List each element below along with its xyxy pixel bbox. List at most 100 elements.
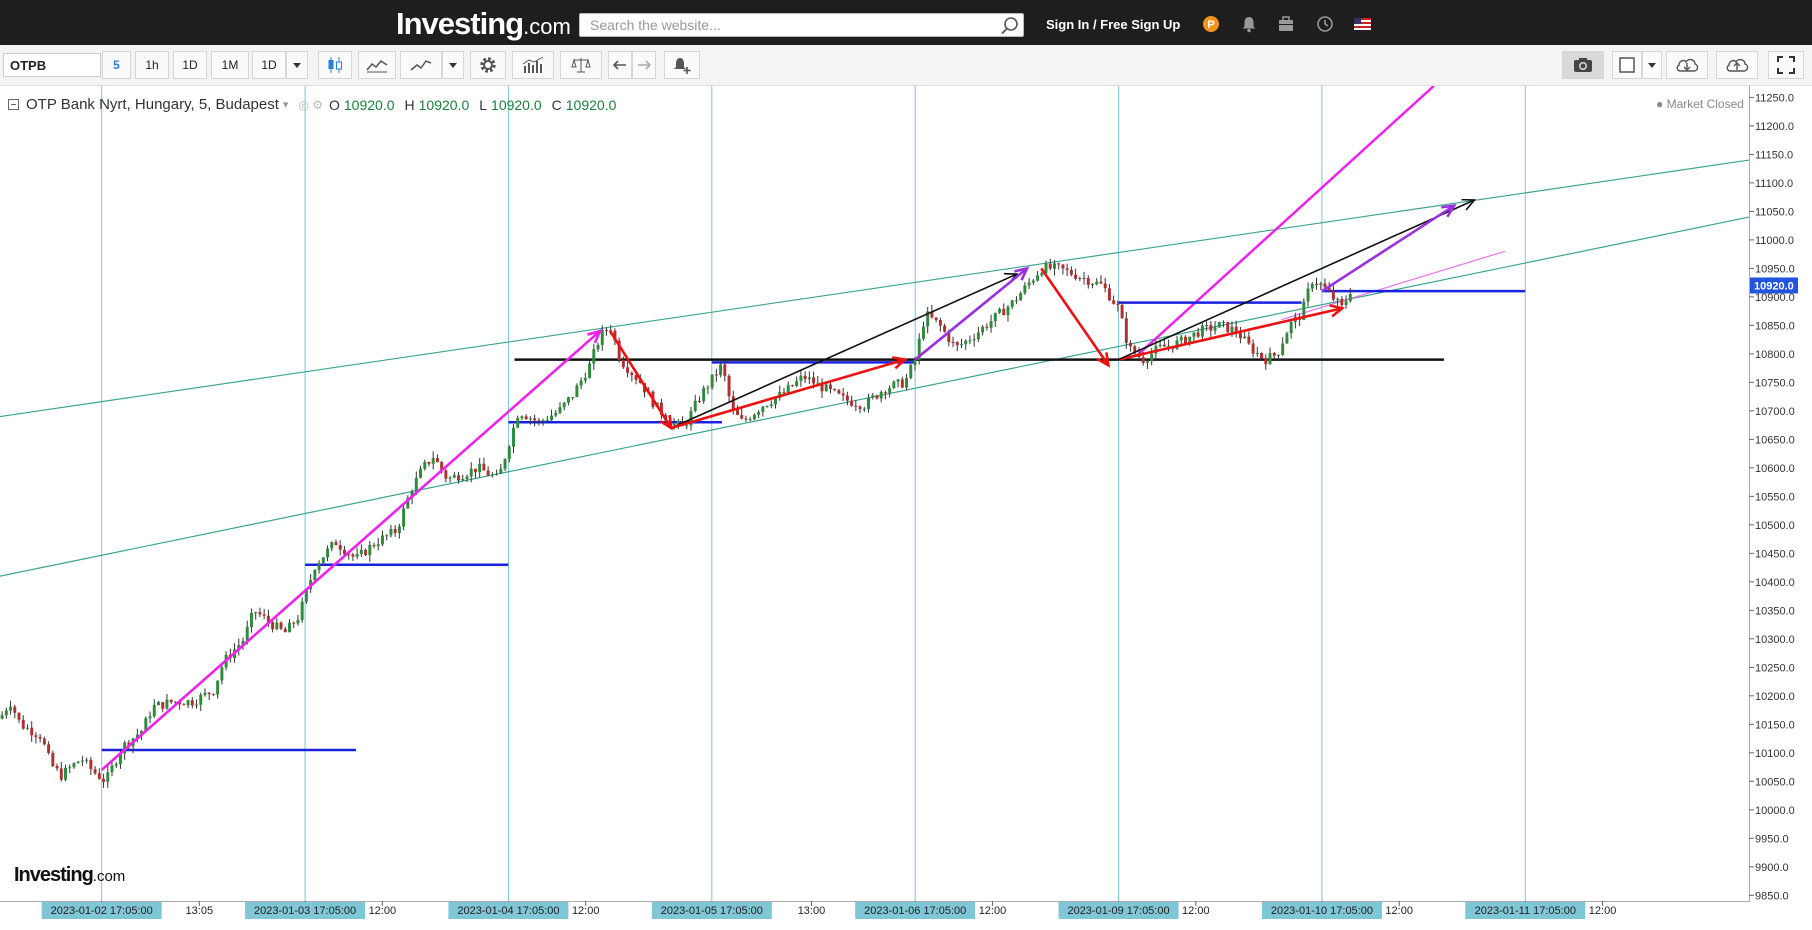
interval-5m-button[interactable]: 5 [102,51,131,79]
arrow-line[interactable] [1118,307,1343,361]
sign-in-link[interactable]: Sign In / Free Sign Up [1046,17,1180,32]
clock-icon[interactable] [1316,15,1334,33]
trend-line[interactable] [1281,250,1506,321]
arrow-line[interactable] [1321,204,1455,293]
trend-line[interactable] [0,159,1750,418]
time-axis[interactable] [0,901,1749,926]
load-layout-button[interactable] [1666,51,1708,79]
candle-body [782,392,786,394]
alert-button[interactable] [664,51,700,79]
high-value: 10920.0 [418,96,470,113]
trend-line[interactable] [0,216,1750,577]
trend-line[interactable] [1138,85,1435,355]
candle-body [989,321,993,328]
candle-body [334,542,338,546]
layout-caret-button[interactable] [1642,51,1662,79]
candle-body [157,702,160,706]
area-chart-type-button[interactable] [358,51,396,79]
interval-caret-button[interactable] [286,51,308,79]
arrow-line[interactable] [609,330,673,429]
layout-button[interactable] [1612,51,1642,79]
candle-body [211,693,215,695]
line-chart-type-button[interactable] [400,51,442,79]
candle-body [685,425,689,427]
arrow-line[interactable] [670,358,906,430]
undo-icon [613,60,626,70]
fullscreen-button[interactable] [1768,51,1804,79]
candle-body [330,542,334,549]
candle-body [867,397,870,410]
candle-body [249,613,253,627]
undo-button[interactable] [608,51,632,79]
candle-body [1217,322,1221,328]
candle-body [1200,325,1204,337]
candle-body [795,380,799,386]
compare-button[interactable] [560,51,602,79]
search-icon[interactable] [1000,16,1020,36]
interval-1m-button[interactable]: 1M [211,51,249,79]
candle-body [676,421,680,423]
candle-body [833,388,837,390]
candle-body [486,470,490,476]
candle-body [596,344,600,350]
candle-body [706,387,710,389]
cloud-upload-icon [1726,58,1749,72]
high-label: H [404,96,415,113]
instrument-name[interactable]: OTP Bank Nyrt, Hungary, 5, Budapest [26,96,279,113]
redo-button[interactable] [632,51,656,79]
candle-body [254,612,258,614]
candle-body [812,377,816,384]
candle-body [271,622,275,630]
us-flag-icon[interactable] [1354,18,1371,30]
search-input[interactable] [579,13,1024,37]
candle-body [748,419,752,421]
price-axis[interactable] [1749,86,1812,902]
candle-body [51,752,55,766]
candle-body [385,535,389,537]
candle-body [621,359,625,368]
candle-body [985,326,989,328]
settings-button[interactable] [470,51,506,79]
candle-body [402,508,406,527]
candle-body [837,389,841,394]
candle-body [461,478,465,481]
arrow-line[interactable] [670,273,1018,429]
save-layout-button[interactable] [1716,51,1758,79]
candle-body [1116,303,1120,305]
candle-body [1268,353,1272,365]
candle-body [600,330,604,345]
candle-body [1061,264,1065,269]
arrow-line[interactable] [100,330,601,771]
candle-body [913,359,917,366]
candle-body [1340,298,1344,306]
symbol-input[interactable] [3,53,101,77]
arrow-line[interactable] [1040,267,1110,367]
snapshot-button[interactable] [1562,51,1604,79]
price-chart[interactable] [0,85,1812,925]
collapse-legend-icon[interactable] [8,99,19,110]
pro-badge-icon[interactable]: P [1202,15,1220,33]
investing-logo[interactable]: Investing.com [396,6,571,42]
candle-body [368,545,372,556]
candle-body [1074,274,1078,279]
briefcase-icon[interactable] [1277,15,1295,33]
candle-body [765,405,769,407]
interval-dropdown-button[interactable]: 1D [252,51,286,79]
candle-body [1348,293,1352,302]
candle-body [1112,300,1116,304]
candle-body [955,342,959,346]
candle-body [216,680,220,695]
candle-chart-type-button[interactable] [318,51,352,79]
interval-1h-button[interactable]: 1h [135,51,169,79]
candle-body [452,475,456,478]
indicators-button[interactable] [512,51,554,79]
chevron-down-icon[interactable]: ▾ [283,98,289,111]
chart-canvas[interactable] [0,85,1812,925]
candle-body [102,778,106,782]
arrow-line[interactable] [1118,199,1475,361]
interval-1d-button[interactable]: 1D [173,51,207,79]
visibility-toggle-icon[interactable]: ◎ ⚙ [298,98,323,112]
chart-type-caret-button[interactable] [442,51,464,79]
bell-icon[interactable] [1240,15,1258,33]
candle-body [38,736,42,739]
